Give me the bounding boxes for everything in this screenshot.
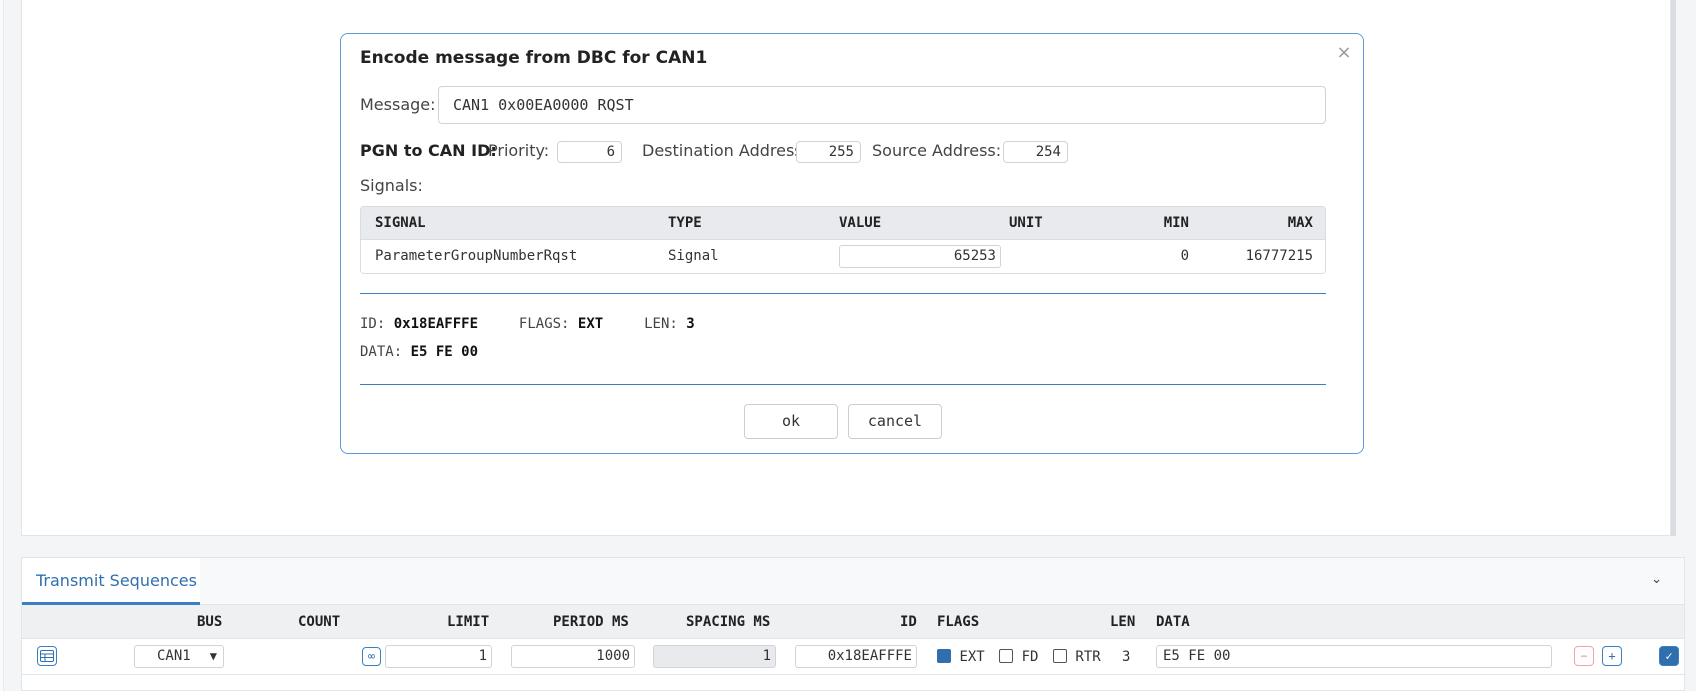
destination-label: Destination Address: <box>642 141 809 160</box>
signals-table: SIGNAL TYPE VALUE UNIT MIN MAX Parameter… <box>360 206 1326 274</box>
chevron-down-icon: ▼ <box>209 649 217 663</box>
signals-table-header: SIGNAL TYPE VALUE UNIT MIN MAX <box>361 207 1325 239</box>
signal-min: 0 <box>1180 248 1189 264</box>
signal-type: Signal <box>668 248 719 264</box>
id-input[interactable]: 0x18EAFFFE <box>795 645 917 668</box>
spacing-input[interactable]: 1 <box>653 645 776 668</box>
encoded-data: DATA: E5 FE 00 <box>360 344 478 360</box>
cancel-button[interactable]: cancel <box>848 404 942 439</box>
table-icon[interactable] <box>37 646 57 666</box>
fd-label: FD <box>1021 649 1039 665</box>
encoded-summary: ID: 0x18EAFFFE FLAGS: EXT LEN: 3 <box>360 316 695 332</box>
infinity-icon[interactable]: ∞ <box>362 647 381 666</box>
add-icon[interactable]: + <box>1602 646 1622 666</box>
left-rail <box>0 0 4 691</box>
data-label: DATA: <box>360 344 403 360</box>
divider-top <box>360 293 1326 294</box>
signals-label: Signals: <box>360 176 423 195</box>
col-count: COUNT <box>298 614 341 630</box>
len-label: LEN: <box>644 316 678 332</box>
period-input[interactable]: 1000 <box>511 645 635 668</box>
table-row: ParameterGroupNumberRqst Signal 65253 0 … <box>361 239 1325 273</box>
transmit-table-header: BUS COUNT LIMIT PERIOD MS SPACING MS ID … <box>22 605 1684 639</box>
signal-max: 16777215 <box>1245 248 1313 264</box>
priority-label: Priority: <box>488 141 550 160</box>
rtr-checkbox[interactable] <box>1052 649 1067 663</box>
rtr-label: RTR <box>1075 649 1101 665</box>
col-data: DATA <box>1156 614 1190 630</box>
col-min: MIN <box>1163 215 1189 231</box>
bus-select[interactable]: CAN1 ▼ <box>134 645 224 668</box>
table-row: CAN1 ▼ ∞ 1 1000 1 0x18EAFFFE EXT FD RTR … <box>22 639 1684 684</box>
signal-value-input[interactable]: 65253 <box>839 245 1001 268</box>
data-input[interactable]: E5 FE 00 <box>1156 645 1552 668</box>
id-label: ID: <box>360 316 386 332</box>
remove-icon[interactable]: − <box>1574 646 1594 666</box>
flags-group: EXT FD RTR <box>937 639 1101 684</box>
col-len: LEN <box>1110 614 1136 630</box>
flags-value: EXT <box>577 316 604 332</box>
close-icon[interactable]: × <box>1335 44 1353 62</box>
scrollbar[interactable] <box>1671 0 1676 536</box>
signal-name: ParameterGroupNumberRqst <box>375 248 578 264</box>
col-unit: UNIT <box>1009 215 1043 231</box>
message-row: Message: CAN1 0x00EA0000 RQST <box>360 86 1326 124</box>
dialog-title: Encode message from DBC for CAN1 <box>360 48 708 68</box>
col-id: ID <box>900 614 917 630</box>
fd-checkbox[interactable] <box>999 649 1014 663</box>
id-value: 0x18EAFFFE <box>393 316 479 332</box>
col-type: TYPE <box>668 215 702 231</box>
len-value: 3 <box>686 316 695 332</box>
col-spacing: SPACING MS <box>686 614 771 630</box>
col-limit: LIMIT <box>447 614 490 630</box>
pgn-title: PGN to CAN ID: <box>360 141 497 160</box>
priority-input[interactable]: 6 <box>557 140 622 163</box>
source-label: Source Address: <box>872 141 1002 160</box>
pgn-row: PGN to CAN ID: Priority: 6 Destination A… <box>360 138 1340 164</box>
tab-bar: Transmit Sequences ⌄ <box>22 558 1684 605</box>
ok-button[interactable]: ok <box>744 404 838 439</box>
destination-input[interactable]: 255 <box>796 140 861 163</box>
source-input[interactable]: 254 <box>1003 140 1068 163</box>
encode-dialog: Encode message from DBC for CAN1 × Messa… <box>340 33 1364 454</box>
col-max: MAX <box>1287 215 1313 231</box>
transmit-panel: Transmit Sequences ⌄ BUS COUNT LIMIT PER… <box>21 557 1685 691</box>
ext-checkbox[interactable] <box>937 648 951 684</box>
bus-value: CAN1 <box>157 648 191 664</box>
col-signal: SIGNAL <box>375 215 426 231</box>
message-input[interactable]: CAN1 0x00EA0000 RQST <box>438 86 1326 124</box>
limit-input[interactable]: 1 <box>385 645 492 668</box>
message-label: Message: <box>360 95 436 114</box>
len-value: 3 <box>1122 649 1131 665</box>
enable-checkbox[interactable]: ✓ <box>1659 646 1679 666</box>
data-value: E5 FE 00 <box>410 344 479 360</box>
col-value: VALUE <box>839 215 882 231</box>
flags-label: FLAGS: <box>518 316 570 332</box>
col-bus: BUS <box>197 614 223 630</box>
chevron-down-icon[interactable]: ⌄ <box>1651 572 1662 587</box>
divider-bottom <box>360 384 1326 385</box>
col-flags: FLAGS <box>937 614 980 630</box>
col-period: PERIOD MS <box>553 614 629 630</box>
ext-label: EXT <box>959 649 985 665</box>
tab-transmit-sequences[interactable]: Transmit Sequences <box>22 558 200 605</box>
